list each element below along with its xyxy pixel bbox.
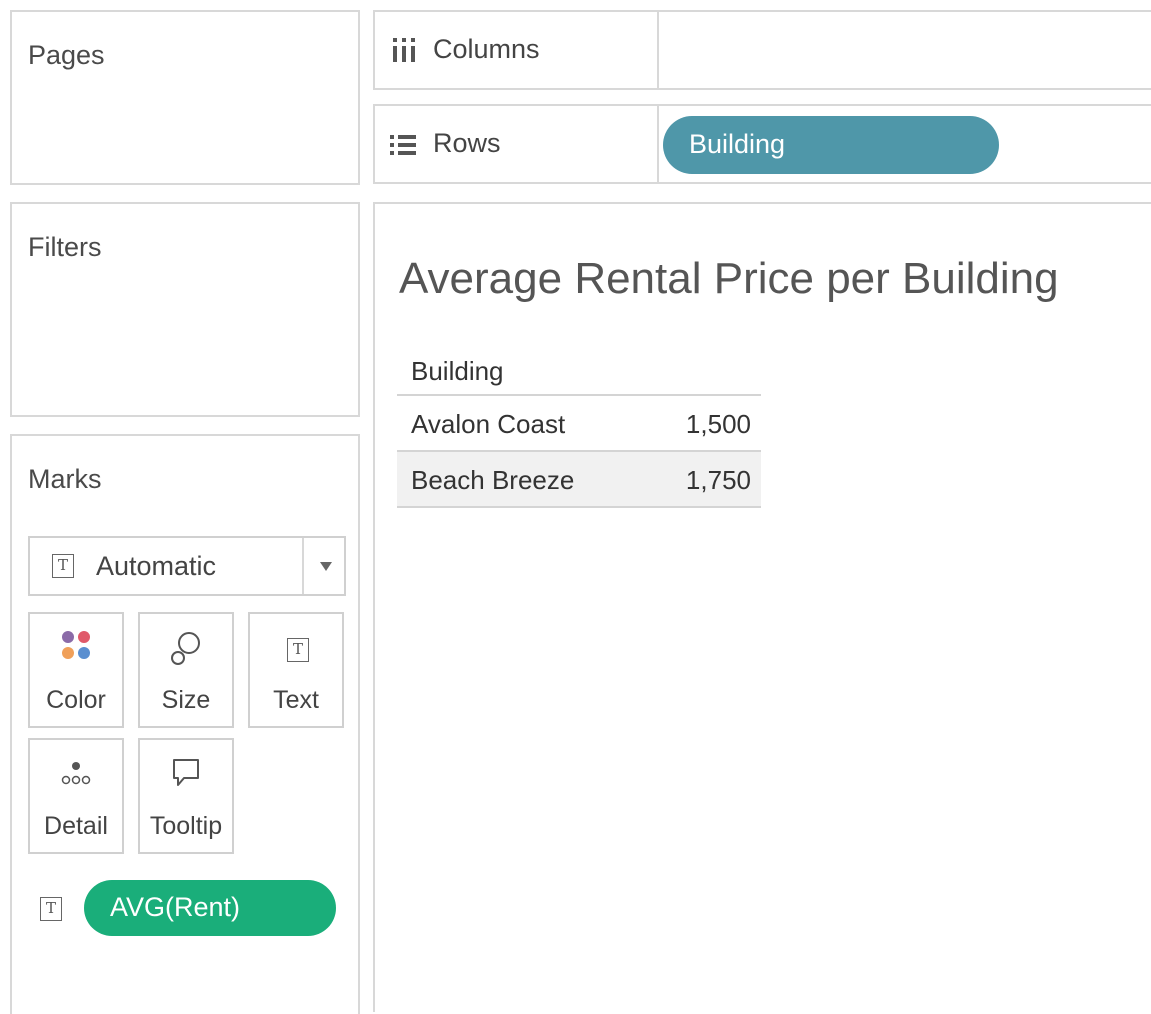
size-icon	[171, 632, 200, 665]
columns-icon	[393, 38, 415, 62]
rows-label: Rows	[433, 128, 501, 158]
text-button[interactable]: T Text	[248, 612, 344, 728]
shelf-divider	[657, 12, 659, 88]
filters-shelf[interactable]: Filters	[10, 202, 360, 417]
marks-card: Marks T Automatic Color Size T Text Deta…	[10, 434, 360, 1014]
avg-rent-pill[interactable]: AVG(Rent)	[84, 880, 336, 936]
rows-shelf[interactable]: Rows Building	[373, 104, 1151, 184]
tooltip-icon	[173, 759, 199, 786]
detail-button-label: Detail	[44, 812, 108, 840]
marks-title: Marks	[28, 464, 102, 494]
text-mark-icon: T	[52, 554, 74, 578]
building-row-pill[interactable]: Building	[663, 116, 999, 174]
avg-rent-label: AVG(Rent)	[110, 892, 241, 922]
pages-shelf[interactable]: Pages	[10, 10, 360, 185]
sheet-title: Average Rental Price per Building	[399, 254, 1059, 303]
detail-icon	[61, 762, 91, 785]
size-button[interactable]: Size	[138, 612, 234, 728]
mark-type-dropdown[interactable]: T Automatic	[28, 536, 346, 596]
table-header[interactable]: Building	[397, 344, 761, 396]
rows-icon	[390, 135, 416, 155]
dropdown-divider	[302, 538, 304, 594]
sheet-view: Average Rental Price per Building Buildi…	[373, 202, 1151, 1012]
text-table: Building Avalon Coast 1,500 Beach Breeze…	[397, 344, 761, 508]
row-label: Beach Breeze	[411, 465, 575, 495]
table-row[interactable]: Avalon Coast 1,500	[397, 396, 761, 452]
columns-shelf[interactable]: Columns	[373, 10, 1151, 90]
row-value: 1,750	[685, 465, 751, 495]
mark-type-value: Automatic	[96, 551, 217, 581]
size-button-label: Size	[161, 686, 211, 714]
tooltip-button-label: Tooltip	[149, 812, 223, 840]
color-dots-icon	[62, 631, 90, 659]
text-mark-icon: T	[287, 638, 309, 662]
column-header-building: Building	[411, 356, 504, 386]
detail-button[interactable]: Detail	[28, 738, 124, 854]
row-label: Avalon Coast	[411, 409, 566, 439]
filters-title: Filters	[28, 232, 102, 262]
row-value: 1,500	[685, 409, 751, 439]
color-button-label: Color	[46, 686, 106, 714]
text-mark-icon: T	[40, 897, 62, 921]
chevron-down-icon[interactable]	[320, 562, 332, 571]
color-button[interactable]: Color	[28, 612, 124, 728]
shelf-divider	[657, 106, 659, 182]
tooltip-button[interactable]: Tooltip	[138, 738, 234, 854]
building-row-pill-label: Building	[689, 129, 786, 159]
columns-label: Columns	[433, 34, 540, 64]
text-button-label: Text	[273, 686, 319, 714]
table-row[interactable]: Beach Breeze 1,750	[397, 452, 761, 508]
pages-title: Pages	[28, 40, 105, 70]
